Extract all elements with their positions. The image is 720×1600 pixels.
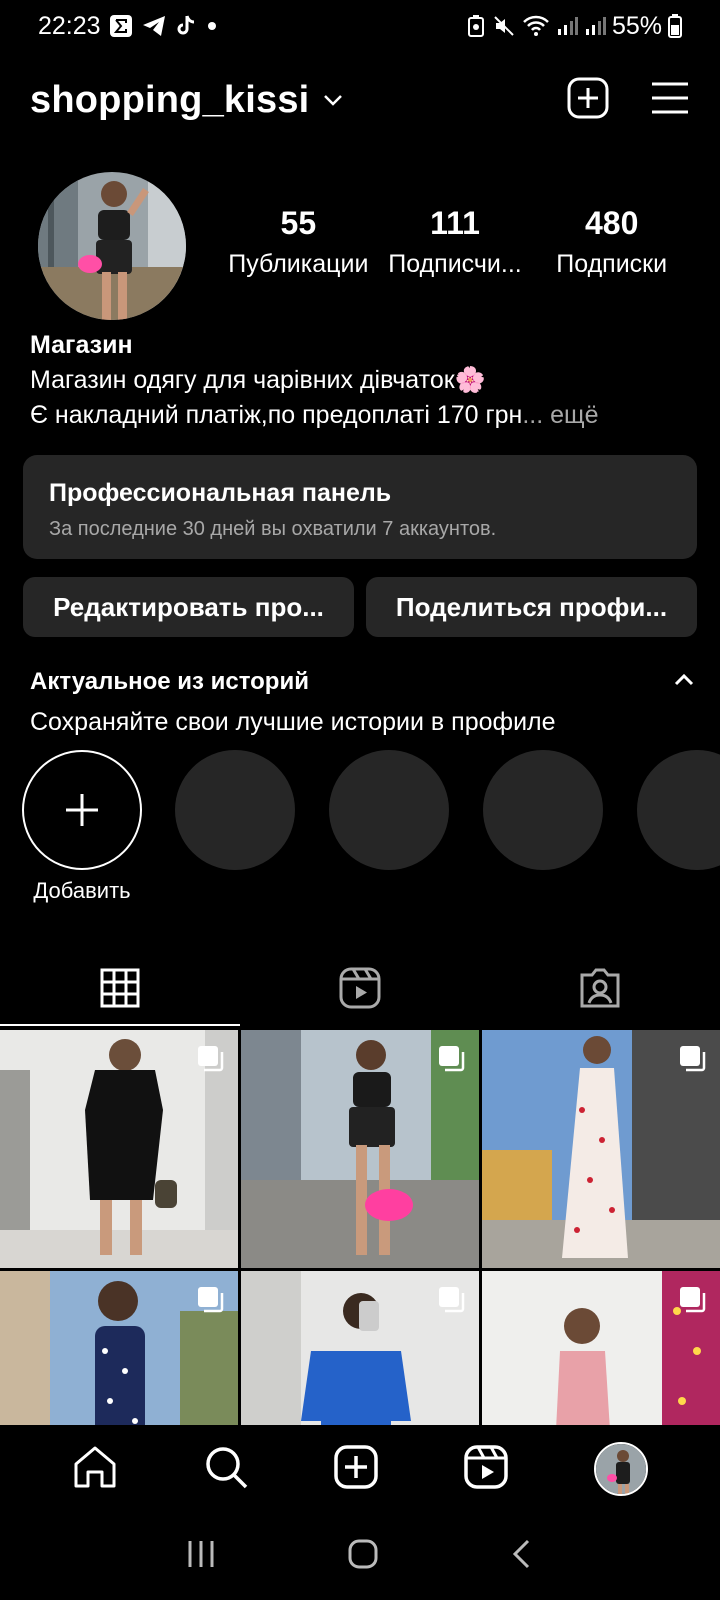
profile-avatar[interactable] <box>38 172 186 320</box>
add-highlight-button[interactable] <box>22 750 142 870</box>
stat-posts[interactable]: 55 Публикации <box>220 205 377 279</box>
search-icon[interactable] <box>203 1444 249 1495</box>
battery-icon <box>668 14 682 38</box>
reels-nav-icon[interactable] <box>463 1444 509 1495</box>
bio-line-1: Магазин одягу для чарівних дівчаток🌸 <box>30 366 486 394</box>
tiktok-icon <box>175 14 197 38</box>
profile-stats: 55 Публикации 111 Подписчи... 480 Подпис… <box>220 205 690 279</box>
post-thumbnail[interactable] <box>241 1030 479 1268</box>
highlight-placeholder <box>483 750 603 870</box>
home-button-icon[interactable] <box>347 1538 379 1575</box>
tab-tagged[interactable] <box>480 950 720 1026</box>
post-thumbnail[interactable] <box>0 1030 238 1268</box>
signal-icon-2 <box>584 15 606 37</box>
notification-dot-icon <box>205 19 219 33</box>
edit-profile-button[interactable]: Редактировать про... <box>23 577 354 637</box>
share-profile-button[interactable]: Поделиться профи... <box>366 577 697 637</box>
mute-icon <box>492 14 516 38</box>
pro-panel-title: Профессиональная панель <box>49 479 392 507</box>
status-bar: 22:23 55% <box>0 0 720 52</box>
home-icon[interactable] <box>72 1444 118 1495</box>
stat-followers-label: Подписчи... <box>388 250 522 278</box>
post-thumbnail[interactable] <box>482 1271 720 1425</box>
telegram-icon <box>141 14 167 38</box>
bottom-navigation <box>0 1425 720 1513</box>
stat-following[interactable]: 480 Подписки <box>533 205 690 279</box>
recent-apps-icon[interactable] <box>186 1539 216 1574</box>
chevron-up-icon[interactable] <box>673 672 695 693</box>
reels-icon <box>339 967 381 1009</box>
stat-following-value: 480 <box>584 205 639 241</box>
stat-posts-value: 55 <box>280 205 317 241</box>
tab-posts[interactable] <box>0 950 240 1026</box>
highlights-title: Актуальное из историй <box>30 668 309 695</box>
highlights-header[interactable]: Актуальное из историй <box>30 668 695 696</box>
chevron-down-icon[interactable] <box>321 88 345 112</box>
posts-grid <box>0 1030 720 1425</box>
highlights-row: Добавить <box>22 750 720 910</box>
new-post-icon[interactable] <box>333 1444 379 1495</box>
stat-followers[interactable]: 111 Подписчи... <box>377 205 534 279</box>
highlight-placeholder <box>175 750 295 870</box>
profile-nav-avatar[interactable] <box>593 1442 648 1496</box>
wifi-icon <box>522 14 550 38</box>
stat-followers-value: 111 <box>430 205 480 241</box>
sigma-app-icon <box>109 14 133 38</box>
multiple-images-icon <box>678 1285 706 1318</box>
system-navigation <box>0 1513 720 1600</box>
multiple-images-icon <box>437 1285 465 1318</box>
profile-actions: Редактировать про... Поделиться профи... <box>23 577 697 637</box>
battery-percent: 55% <box>611 11 662 40</box>
bio-line-2-text: Є накладний платіж,по предоплаті 170 грн <box>30 401 523 429</box>
status-time: 22:23 <box>38 11 101 40</box>
profile-header: shopping_kissi <box>0 60 720 140</box>
back-icon[interactable] <box>510 1538 534 1575</box>
create-post-icon[interactable] <box>566 76 610 125</box>
profile-name: Магазин <box>30 331 133 359</box>
stat-following-label: Подписки <box>556 250 668 278</box>
post-thumbnail[interactable] <box>482 1030 720 1268</box>
tab-reels[interactable] <box>240 950 480 1026</box>
highlight-placeholder <box>329 750 449 870</box>
grid-icon <box>100 968 140 1008</box>
highlights-subtitle: Сохраняйте свои лучшие истории в профиле <box>30 708 556 736</box>
add-highlight-label: Добавить <box>33 878 131 903</box>
multiple-images-icon <box>437 1044 465 1077</box>
post-thumbnail[interactable] <box>241 1271 479 1425</box>
bio-more-link[interactable]: ... ещё <box>522 401 598 429</box>
multiple-images-icon <box>196 1285 224 1318</box>
profile-tabs <box>0 950 720 1026</box>
highlight-placeholder <box>637 750 720 870</box>
signal-icon <box>556 15 578 37</box>
pro-panel-subtitle: За последние 30 дней вы охватили 7 аккау… <box>49 518 497 540</box>
stat-posts-label: Публикации <box>228 250 369 278</box>
plus-icon <box>66 794 98 826</box>
multiple-images-icon <box>196 1044 224 1077</box>
username[interactable]: shopping_kissi <box>30 79 309 122</box>
professional-dashboard[interactable]: Профессиональная панель За последние 30 … <box>23 455 697 559</box>
tagged-icon <box>580 968 620 1008</box>
post-thumbnail[interactable] <box>0 1271 238 1425</box>
multiple-images-icon <box>678 1044 706 1077</box>
bio-line-2: Є накладний платіж,по предоплаті 170 грн… <box>30 398 700 433</box>
battery-saver-icon <box>466 14 486 38</box>
profile-bio: Магазин Магазин одягу для чарівних дівча… <box>30 328 700 433</box>
menu-icon[interactable] <box>650 80 690 121</box>
